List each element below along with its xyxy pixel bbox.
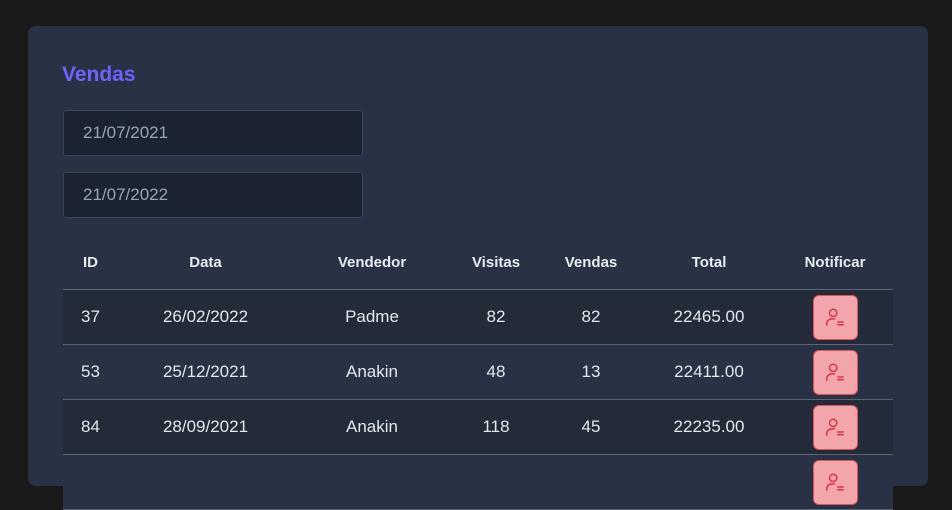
cell-date: [118, 454, 293, 510]
cell-seller: Anakin: [293, 399, 451, 455]
user-notify-icon: [826, 308, 844, 326]
cell-notify: [777, 399, 893, 455]
cell-id: [63, 454, 118, 510]
notify-button[interactable]: [812, 459, 858, 505]
header-visits: Visitas: [451, 235, 541, 290]
header-total: Total: [641, 235, 777, 290]
cell-id: 53: [63, 344, 118, 400]
cell-notify: [777, 344, 893, 400]
cell-date: 26/02/2022: [118, 289, 293, 345]
table-row: [63, 454, 893, 510]
cell-sales: 82: [541, 289, 641, 345]
header-id: ID: [63, 235, 118, 290]
cell-total: [641, 454, 777, 510]
cell-date: 25/12/2021: [118, 344, 293, 400]
cell-notify: [777, 289, 893, 345]
start-date-input[interactable]: [63, 110, 363, 156]
sales-table: ID Data Vendedor Visitas Vendas Total No…: [63, 235, 893, 510]
user-notify-icon: [826, 363, 844, 381]
header-sales: Vendas: [541, 235, 641, 290]
header-notify: Notificar: [777, 235, 893, 290]
sales-card: Vendas ID Data Vendedor Visitas Vendas T…: [28, 26, 928, 510]
table-header: ID Data Vendedor Visitas Vendas Total No…: [63, 235, 893, 290]
cell-sales: [541, 454, 641, 510]
end-date-input[interactable]: [63, 172, 363, 218]
cell-visits: 48: [451, 344, 541, 400]
table-row: 37 26/02/2022 Padme 82 82 22465.00: [63, 289, 893, 345]
page-title: Vendas: [62, 63, 136, 86]
table-row: 53 25/12/2021 Anakin 48 13 22411.00: [63, 344, 893, 400]
cell-total: 22235.00: [641, 399, 777, 455]
cell-visits: 82: [451, 289, 541, 345]
cell-date: 28/09/2021: [118, 399, 293, 455]
cell-sales: 45: [541, 399, 641, 455]
cell-notify: [777, 454, 893, 510]
cell-visits: [451, 454, 541, 510]
notify-button[interactable]: [812, 404, 858, 450]
header-seller: Vendedor: [293, 235, 451, 290]
header-date: Data: [118, 235, 293, 290]
notify-button[interactable]: [812, 294, 858, 340]
cell-sales: 13: [541, 344, 641, 400]
cell-total: 22465.00: [641, 289, 777, 345]
cell-visits: 118: [451, 399, 541, 455]
cell-seller: Padme: [293, 289, 451, 345]
cell-seller: [293, 454, 451, 510]
cell-seller: Anakin: [293, 344, 451, 400]
cell-id: 84: [63, 399, 118, 455]
table-row: 84 28/09/2021 Anakin 118 45 22235.00: [63, 399, 893, 455]
cell-id: 37: [63, 289, 118, 345]
user-notify-icon: [826, 473, 844, 491]
user-notify-icon: [826, 418, 844, 436]
notify-button[interactable]: [812, 349, 858, 395]
cell-total: 22411.00: [641, 344, 777, 400]
